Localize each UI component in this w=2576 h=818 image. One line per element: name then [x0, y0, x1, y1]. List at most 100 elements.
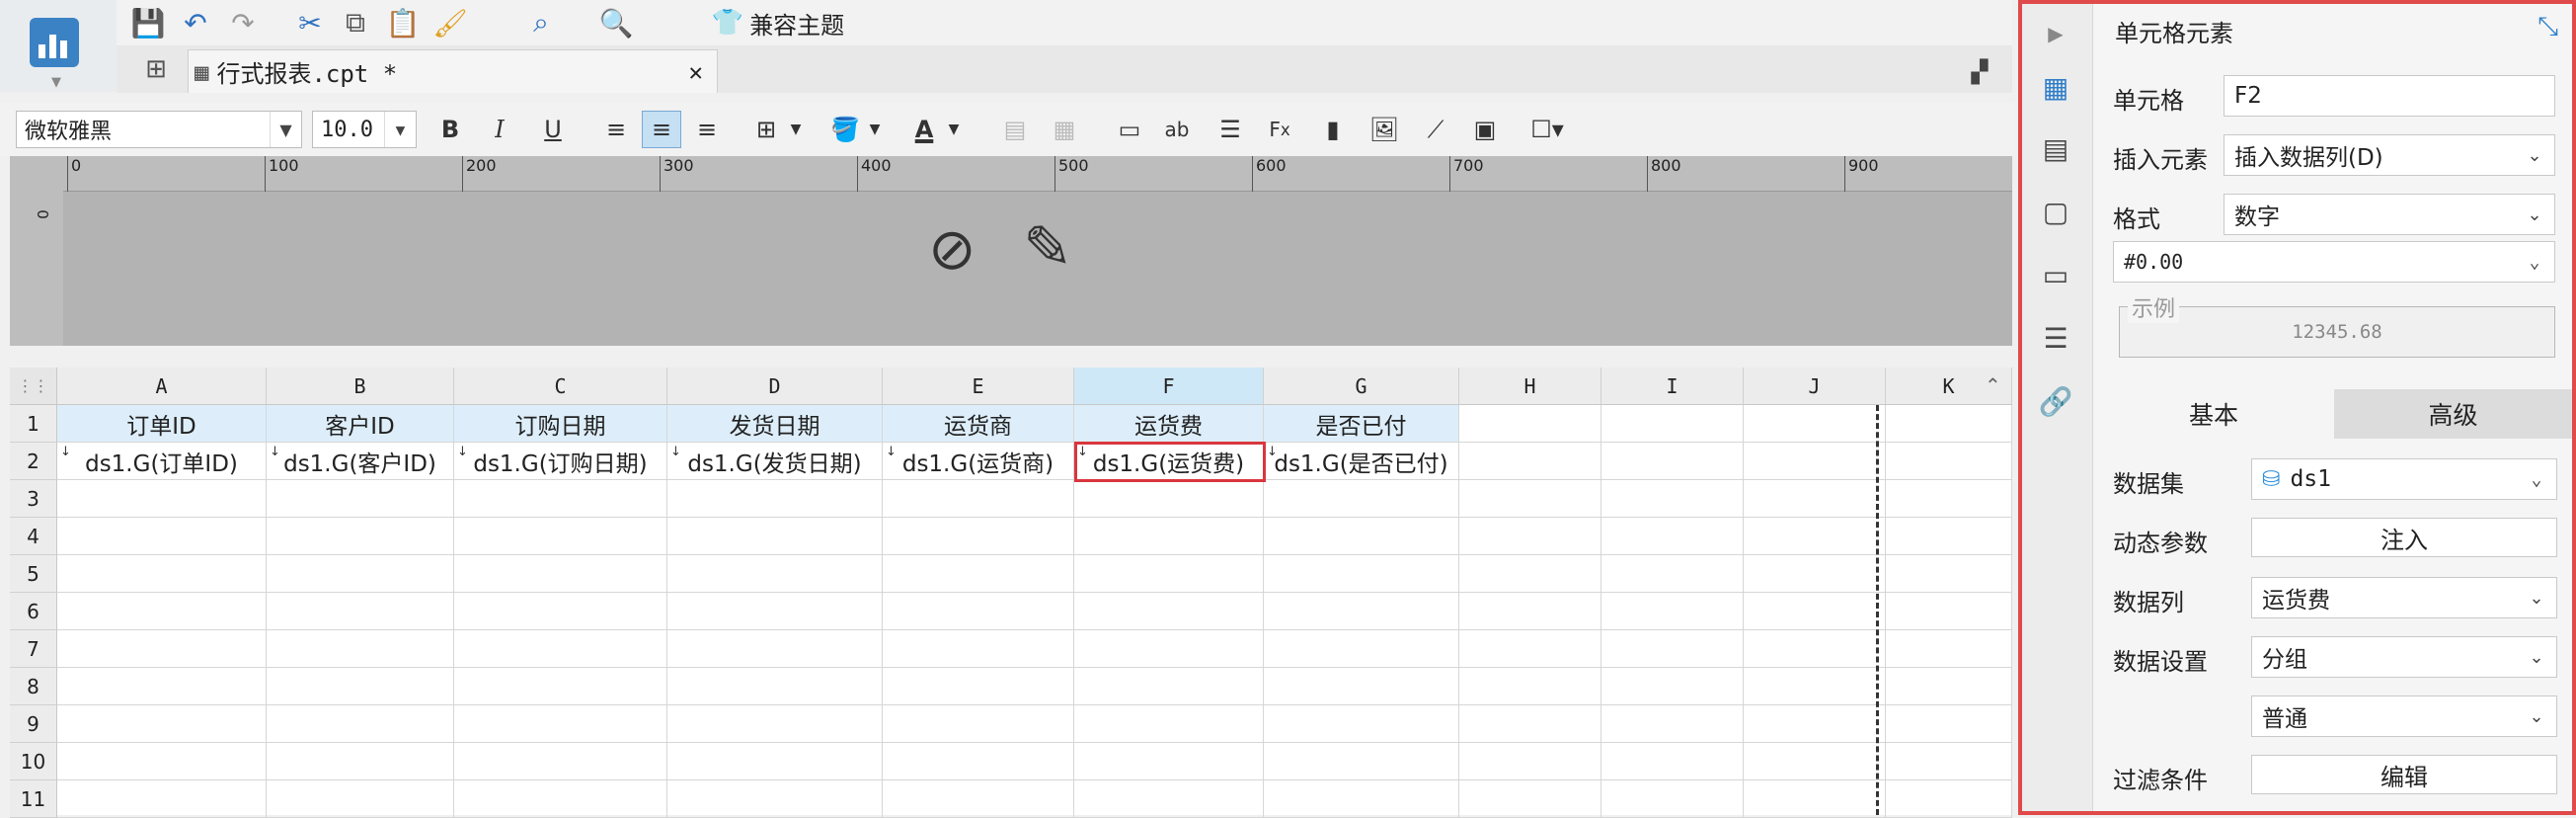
- empty-cell[interactable]: [267, 518, 454, 555]
- empty-cell[interactable]: [1459, 405, 1601, 443]
- empty-cell[interactable]: [267, 780, 454, 818]
- column-header[interactable]: E: [883, 368, 1074, 405]
- table-header-cell[interactable]: 是否已付: [1264, 405, 1459, 443]
- data-cell[interactable]: ↓ ds1.G(是否已付): [1264, 443, 1459, 480]
- column-header[interactable]: C: [454, 368, 667, 405]
- empty-cell[interactable]: [883, 593, 1074, 630]
- align-left-icon[interactable]: ≡: [596, 111, 636, 148]
- empty-cell[interactable]: [1601, 555, 1744, 593]
- empty-cell[interactable]: [1264, 743, 1459, 780]
- data-cell[interactable]: ↓ ds1.G(发货日期): [667, 443, 883, 480]
- empty-cell[interactable]: [1744, 780, 1886, 818]
- empty-cell[interactable]: [267, 705, 454, 743]
- empty-cell[interactable]: [57, 743, 267, 780]
- data-setting-mode-select[interactable]: 普通 ⌄: [2251, 695, 2557, 737]
- empty-cell[interactable]: [1074, 705, 1264, 743]
- chart-icon[interactable]: ▮: [1313, 111, 1353, 148]
- empty-cell[interactable]: [1264, 630, 1459, 668]
- data-cell[interactable]: ↓ ds1.G(运货商): [883, 443, 1074, 480]
- column-header[interactable]: J: [1744, 368, 1886, 405]
- empty-cell[interactable]: [1601, 743, 1744, 780]
- row-header[interactable]: 1: [10, 405, 57, 443]
- empty-cell[interactable]: [667, 593, 883, 630]
- empty-cell[interactable]: [1886, 705, 2012, 743]
- empty-cell[interactable]: [1459, 593, 1601, 630]
- empty-cell[interactable]: [1459, 630, 1601, 668]
- table-header-cell[interactable]: 客户ID: [267, 405, 454, 443]
- paste-icon[interactable]: 📋: [383, 4, 423, 41]
- inject-button[interactable]: 注入: [2251, 518, 2557, 557]
- empty-cell[interactable]: [1601, 705, 1744, 743]
- pin-icon[interactable]: ⤡: [2537, 12, 2558, 42]
- empty-cell[interactable]: [1886, 555, 2012, 593]
- empty-cell[interactable]: [1601, 668, 1744, 705]
- widget-icon[interactable]: ▭: [2034, 253, 2077, 296]
- empty-cell[interactable]: [1886, 743, 2012, 780]
- empty-cell[interactable]: [57, 593, 267, 630]
- column-header[interactable]: A: [57, 368, 267, 405]
- empty-cell[interactable]: [57, 668, 267, 705]
- row-header[interactable]: 4: [10, 518, 57, 555]
- data-cell[interactable]: ↓ ds1.G(订购日期): [454, 443, 667, 480]
- image-icon[interactable]: 🖼: [1365, 111, 1404, 148]
- empty-cell[interactable]: [1459, 705, 1601, 743]
- column-header[interactable]: H: [1459, 368, 1601, 405]
- cell-attribute-icon[interactable]: ▤: [2034, 126, 2077, 170]
- empty-cell[interactable]: [454, 518, 667, 555]
- cut-icon[interactable]: ✂: [290, 4, 330, 41]
- tab-advanced[interactable]: 高级: [2334, 389, 2572, 439]
- empty-cell[interactable]: [1601, 630, 1744, 668]
- empty-cell[interactable]: [1886, 668, 2012, 705]
- row-header[interactable]: 6: [10, 593, 57, 630]
- empty-cell[interactable]: [267, 480, 454, 518]
- empty-cell[interactable]: [1264, 555, 1459, 593]
- font-family-select[interactable]: 微软雅黑 ▼: [16, 111, 302, 148]
- empty-cell[interactable]: [1459, 555, 1601, 593]
- empty-cell[interactable]: [1744, 705, 1886, 743]
- empty-cell[interactable]: [1459, 780, 1601, 818]
- empty-cell[interactable]: [57, 555, 267, 593]
- row-header[interactable]: 8: [10, 668, 57, 705]
- row-header[interactable]: 3: [10, 480, 57, 518]
- empty-cell[interactable]: [1886, 405, 2012, 443]
- empty-cell[interactable]: [1264, 593, 1459, 630]
- redo-icon[interactable]: ↷: [223, 4, 263, 41]
- empty-cell[interactable]: [1744, 555, 1886, 593]
- font-color-icon[interactable]: A: [904, 111, 944, 148]
- empty-cell[interactable]: [57, 630, 267, 668]
- empty-cell[interactable]: [1264, 480, 1459, 518]
- empty-cell[interactable]: [57, 480, 267, 518]
- chevron-up-icon[interactable]: ⌃: [1985, 373, 2001, 397]
- column-header[interactable]: B: [267, 368, 454, 405]
- empty-cell[interactable]: [1744, 668, 1886, 705]
- fill-color-icon[interactable]: 🪣: [825, 111, 865, 148]
- cell-input[interactable]: F2: [2224, 75, 2555, 117]
- pencil-icon[interactable]: ✎: [1023, 213, 1072, 283]
- empty-cell[interactable]: [667, 743, 883, 780]
- empty-cell[interactable]: [667, 780, 883, 818]
- empty-cell[interactable]: [1601, 480, 1744, 518]
- empty-cell[interactable]: [1744, 443, 1886, 480]
- slash-icon[interactable]: ⟋: [1416, 111, 1455, 148]
- empty-cell[interactable]: [1601, 593, 1744, 630]
- bold-icon[interactable]: B: [430, 111, 470, 148]
- cell-style-icon[interactable]: ▢: [2034, 190, 2077, 233]
- grid-corner-icon[interactable]: ⋮⋮: [10, 368, 57, 405]
- empty-cell[interactable]: [1744, 743, 1886, 780]
- empty-cell[interactable]: [1886, 593, 2012, 630]
- table-header-cell[interactable]: 订单ID: [57, 405, 267, 443]
- italic-icon[interactable]: I: [480, 111, 519, 148]
- row-header[interactable]: 9: [10, 705, 57, 743]
- theme-button[interactable]: 👕 兼容主题: [699, 4, 857, 41]
- column-header[interactable]: G: [1264, 368, 1459, 405]
- empty-cell[interactable]: [883, 668, 1074, 705]
- empty-cell[interactable]: [667, 630, 883, 668]
- empty-cell[interactable]: [1459, 480, 1601, 518]
- empty-cell[interactable]: [1601, 518, 1744, 555]
- chevron-down-icon[interactable]: ▼: [786, 111, 806, 148]
- format-painter-icon[interactable]: 🖌: [430, 4, 470, 41]
- empty-cell[interactable]: [1744, 518, 1886, 555]
- chevron-down-icon[interactable]: ▼: [865, 111, 885, 148]
- app-logo[interactable]: ▼: [0, 0, 117, 92]
- eye-off-icon[interactable]: ⊘: [928, 215, 976, 283]
